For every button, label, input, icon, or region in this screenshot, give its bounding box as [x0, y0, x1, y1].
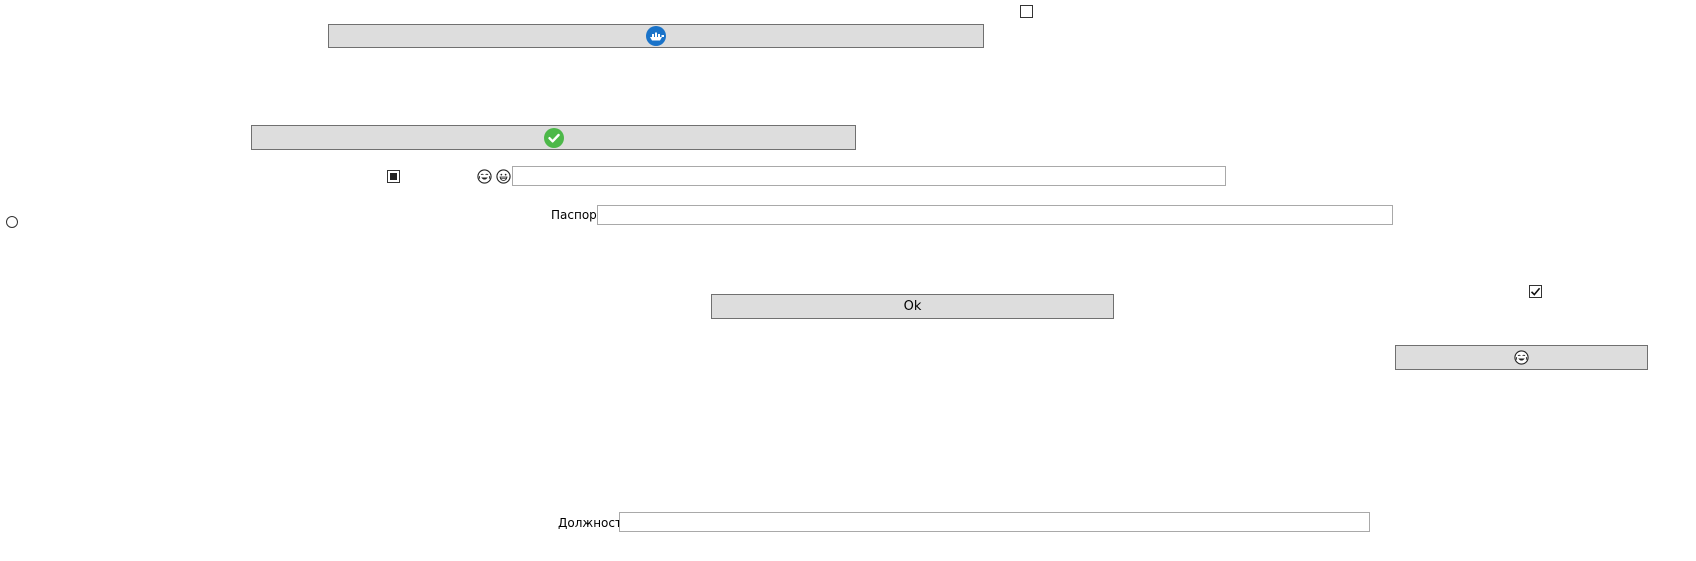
check-icon-button[interactable] [251, 125, 856, 150]
radio-button[interactable] [6, 216, 18, 228]
tears-of-joy-face-icon [1514, 350, 1529, 365]
indeterminate-mark [390, 173, 397, 180]
ok-button[interactable]: Ok [711, 294, 1114, 319]
emoji-button[interactable] [1395, 345, 1648, 370]
indeterminate-checkbox[interactable] [387, 170, 400, 183]
ship-icon [646, 26, 666, 46]
checkmark-icon [1530, 287, 1541, 296]
passport-label: Паспорт [551, 208, 604, 222]
position-field[interactable] [619, 512, 1370, 532]
ok-button-label: Ok [903, 299, 922, 314]
emoji-textbox[interactable] [512, 166, 1226, 186]
check-circle-icon [543, 127, 564, 148]
top-checkbox[interactable] [1020, 5, 1033, 18]
ship-icon-button[interactable] [328, 24, 984, 48]
checked-checkbox[interactable] [1529, 285, 1542, 298]
grinning-face-icon [496, 169, 511, 184]
passport-field[interactable] [597, 205, 1393, 225]
tears-of-joy-face-icon [477, 169, 492, 184]
